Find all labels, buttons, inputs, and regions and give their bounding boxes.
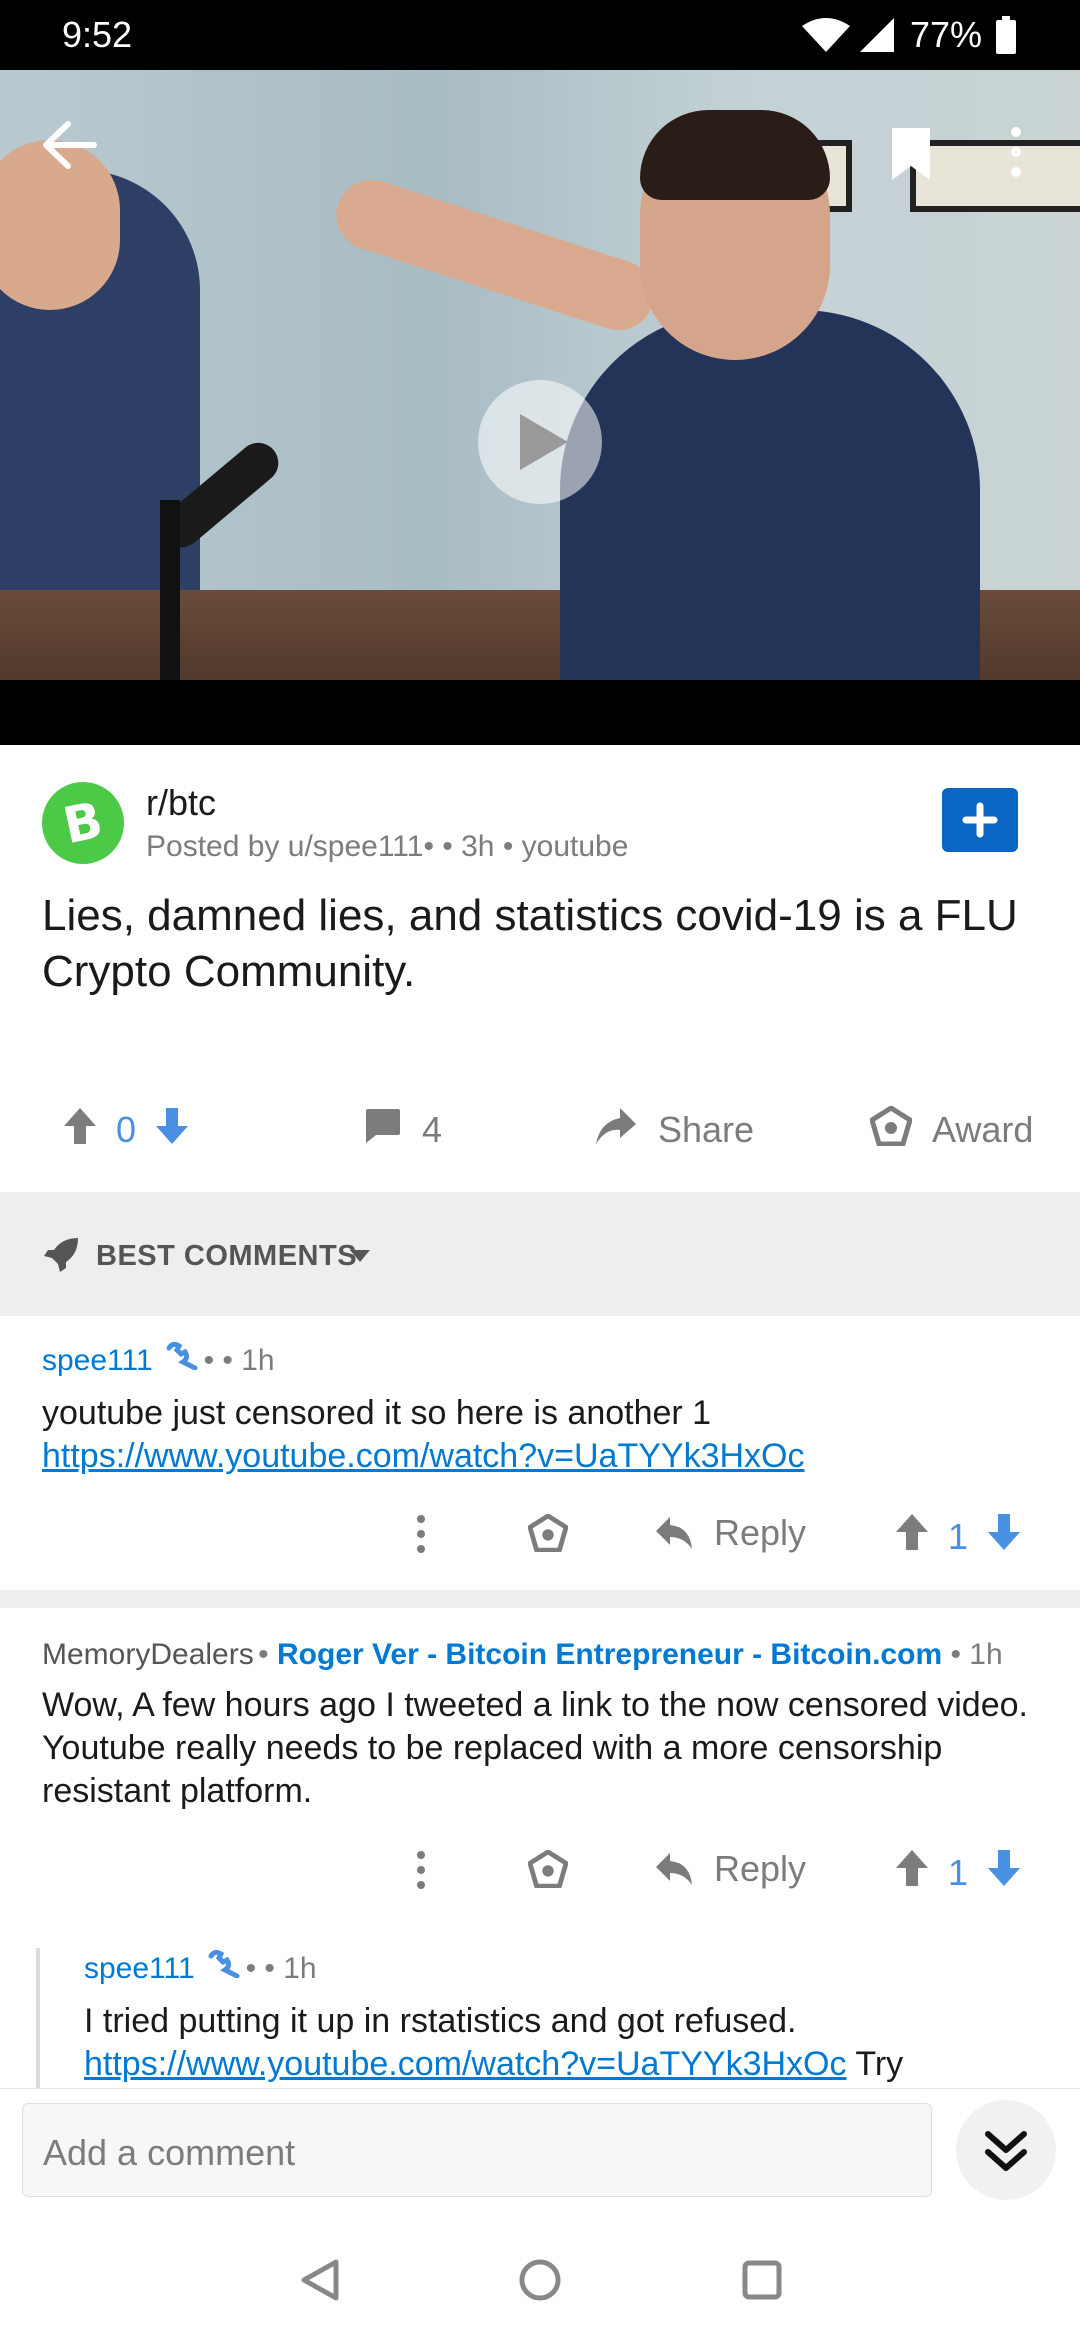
comments-button[interactable]: 4 — [362, 1090, 442, 1170]
wrench-icon — [165, 1341, 203, 1374]
comment-actions: Reply 1 — [0, 1838, 1080, 1908]
signal-icon — [858, 16, 896, 59]
add-comment-input[interactable]: Add a comment — [22, 2103, 932, 2197]
post-author[interactable]: Posted by u/spee111 — [146, 830, 423, 863]
comment-count: 4 — [422, 1109, 443, 1150]
comment-text-trailing: Try — [846, 2045, 904, 2083]
award-icon[interactable] — [527, 1849, 569, 1893]
reply-label: Reply — [714, 1848, 807, 1889]
upvote-icon[interactable] — [894, 1848, 930, 1897]
comment-body: I tried putting it up in rstatistics and… — [84, 2000, 1064, 2088]
comment-text: I tried putting it up in rstatistics and… — [84, 2002, 797, 2040]
battery-icon — [996, 16, 1016, 59]
share-label: Share — [658, 1109, 755, 1150]
comment-author[interactable]: MemoryDealers — [42, 1638, 254, 1671]
status-bar: 9:52 77% — [0, 0, 1080, 70]
more-vertical-icon[interactable] — [416, 1514, 426, 1559]
more-vertical-icon[interactable] — [1010, 126, 1022, 183]
comment-author[interactable]: spee111 — [84, 1952, 195, 1985]
sort-label[interactable]: BEST COMMENTS — [96, 1240, 357, 1273]
arrow-left-icon[interactable] — [40, 120, 100, 175]
reply-label: Reply — [714, 1512, 807, 1553]
svg-text:B: B — [58, 791, 107, 856]
share-icon — [594, 1106, 638, 1155]
chevron-down-icon[interactable] — [348, 1248, 372, 1269]
more-vertical-icon[interactable] — [416, 1850, 426, 1895]
nav-recents-icon[interactable] — [742, 2260, 782, 2305]
system-nav-bar — [0, 2218, 1080, 2340]
comment-vote-count: 1 — [948, 1515, 969, 1557]
thread-line — [36, 1948, 40, 2088]
vote-group: 0 — [62, 1090, 190, 1170]
collapse-comments-button[interactable] — [956, 2100, 1056, 2200]
reply-button[interactable]: Reply — [654, 1848, 806, 1890]
comment-divider — [0, 1590, 1080, 1608]
share-button[interactable]: Share — [594, 1090, 754, 1170]
comment-vote-group: 1 — [894, 1848, 1022, 1897]
nav-back-icon[interactable] — [300, 2258, 340, 2307]
award-button[interactable]: Award — [869, 1090, 1034, 1170]
wrench-icon — [207, 1949, 245, 1982]
post-vote-count: 0 — [116, 1109, 137, 1150]
comment-vote-count: 1 — [948, 1851, 969, 1893]
comment-icon — [362, 1107, 402, 1154]
downvote-icon[interactable] — [986, 1512, 1022, 1561]
status-time: 9:52 — [62, 14, 133, 55]
comment-body: youtube just censored it so here is anot… — [42, 1392, 1042, 1478]
wifi-icon — [800, 18, 852, 59]
comment-author[interactable]: spee111 — [42, 1344, 153, 1377]
subreddit-icon[interactable]: B — [42, 782, 124, 864]
rocket-icon — [42, 1236, 80, 1279]
comment-time: • 1h — [214, 1344, 275, 1377]
comment-link[interactable]: https://www.youtube.com/watch?v=UaTYYk3H… — [84, 2045, 846, 2083]
double-chevron-down-icon — [985, 2131, 1027, 2171]
comment-body: Wow, A few hours ago I tweeted a link to… — [42, 1686, 1028, 1810]
post-actions: 0 4 Share Award — [0, 1090, 1080, 1170]
upvote-icon[interactable] — [62, 1106, 98, 1155]
upvote-icon[interactable] — [894, 1512, 930, 1561]
reply-button[interactable]: Reply — [654, 1512, 806, 1554]
award-label: Award — [932, 1109, 1034, 1150]
battery-percent: 77% — [910, 14, 983, 55]
nav-home-icon[interactable] — [518, 2258, 562, 2307]
award-icon — [869, 1105, 913, 1155]
user-flair: Roger Ver - Bitcoin Entrepreneur - Bitco… — [277, 1638, 943, 1671]
downvote-icon[interactable] — [154, 1106, 190, 1155]
video-player[interactable] — [0, 70, 1080, 745]
post-time-source: • 3h • youtube — [442, 830, 629, 863]
post-meta: Posted by u/spee111• • 3h • youtube — [146, 830, 629, 863]
comment-text: youtube just censored it so here is anot… — [42, 1394, 712, 1432]
comment-link[interactable]: https://www.youtube.com/watch?v=UaTYYk3H… — [42, 1437, 804, 1475]
comment-vote-group: 1 — [894, 1512, 1022, 1561]
comment-actions: Reply 1 — [0, 1502, 1080, 1572]
join-button[interactable] — [942, 788, 1018, 852]
play-icon[interactable] — [478, 380, 602, 504]
comment-header: spee111 • • 1h — [84, 1949, 317, 1985]
downvote-icon[interactable] — [986, 1848, 1022, 1897]
comment-time: • 1h — [942, 1638, 1003, 1671]
comment-header: spee111 • • 1h — [42, 1341, 275, 1377]
comment-header: MemoryDealers • Roger Ver - Bitcoin Entr… — [42, 1638, 1003, 1671]
bookmark-icon[interactable] — [888, 126, 934, 187]
post-title[interactable]: Lies, damned lies, and statistics covid-… — [42, 888, 1032, 1000]
comment-time: • 1h — [256, 1952, 317, 1985]
award-icon[interactable] — [527, 1513, 569, 1557]
subreddit-name[interactable]: r/btc — [146, 782, 216, 824]
